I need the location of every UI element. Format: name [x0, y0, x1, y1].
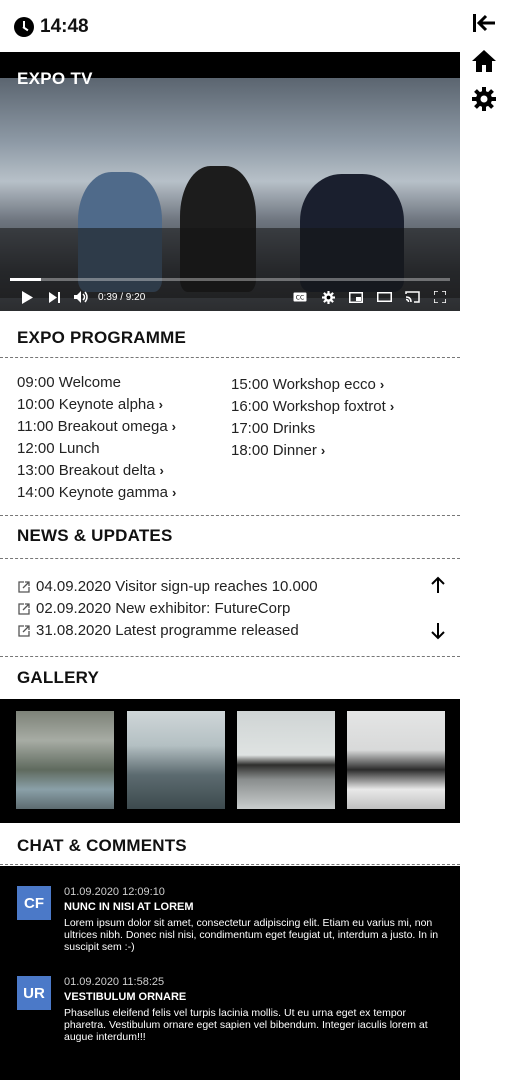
programme-title: EXPO PROGRAMME: [17, 328, 187, 347]
clock-icon: [14, 17, 34, 37]
video-time: 0:39 / 9:20: [98, 291, 146, 303]
programme-item-label: 13:00 Breakout delta: [17, 462, 156, 479]
chevron-right-icon[interactable]: ›: [172, 482, 176, 504]
avatar: UR: [17, 976, 51, 1010]
cast-icon[interactable]: [398, 283, 426, 311]
programme-item-label: 16:00 Workshop foxtrot: [231, 398, 386, 415]
arrow-up-icon[interactable]: [428, 575, 448, 595]
programme-item[interactable]: 15:00 Workshop ecco ›: [231, 374, 394, 396]
gallery-title: GALLERY: [17, 668, 99, 687]
message-heading: NUNC IN NISI AT LOREM: [64, 901, 194, 913]
miniplayer-icon[interactable]: [342, 283, 370, 311]
chevron-right-icon[interactable]: ›: [159, 394, 163, 416]
captions-icon[interactable]: CC: [286, 283, 314, 311]
message-text: Lorem ipsum dolor sit amet, consectetur …: [64, 917, 439, 953]
divider: [0, 558, 460, 559]
external-link-icon: [18, 581, 30, 593]
programme-item[interactable]: 13:00 Breakout delta ›: [17, 460, 176, 482]
divider: [0, 357, 460, 358]
programme-column-2: 15:00 Workshop ecco › 16:00 Workshop foxtr…: [231, 374, 394, 462]
news-item-label: 31.08.2020 Latest programme released: [36, 622, 299, 639]
svg-text:CC: CC: [296, 295, 304, 302]
programme-item[interactable]: 14:00 Keynote gamma ›: [17, 482, 176, 504]
programme-item-label: 14:00 Keynote gamma: [17, 484, 168, 501]
settings-icon[interactable]: [314, 283, 342, 311]
video-player[interactable]: EXPO TV 0:39 / 9:20 CC: [0, 52, 460, 311]
news-title: NEWS & UPDATES: [17, 526, 173, 545]
message-timestamp: 01.09.2020 11:58:25: [64, 976, 165, 988]
programme-item-label: 11:00 Breakout omega: [17, 418, 168, 435]
video-controls: 0:39 / 9:20 CC: [0, 283, 460, 311]
programme-item-label: 10:00 Keynote alpha: [17, 396, 155, 413]
news-item[interactable]: 02.09.2020 New exhibitor: FutureCorp: [18, 598, 438, 620]
programme-item: 12:00 Lunch: [17, 438, 176, 460]
programme-item-label: 18:00 Dinner: [231, 442, 317, 459]
collapse-left-icon[interactable]: [470, 10, 498, 36]
chevron-right-icon[interactable]: ›: [159, 460, 163, 482]
volume-icon[interactable]: [68, 283, 94, 311]
external-link-icon: [18, 603, 30, 615]
message-heading: VESTIBULUM ORNARE: [64, 991, 187, 1003]
gallery-image[interactable]: [16, 711, 114, 809]
theater-mode-icon[interactable]: [370, 283, 398, 311]
news-item[interactable]: 04.09.2020 Visitor sign-up reaches 10.00…: [18, 576, 438, 598]
fullscreen-icon[interactable]: [426, 283, 454, 311]
programme-item-label: 17:00 Drinks: [231, 420, 316, 437]
programme-item: 09:00 Welcome: [17, 372, 176, 394]
divider: [0, 864, 460, 865]
chat-panel: CF 01.09.2020 12:09:10 NUNC IN NISI AT L…: [0, 866, 460, 1080]
programme-item: 17:00 Drinks: [231, 418, 394, 440]
next-icon[interactable]: [42, 283, 68, 311]
avatar: CF: [17, 886, 51, 920]
status-bar: 14:48: [14, 14, 89, 40]
external-link-icon: [18, 625, 30, 637]
news-item-label: 02.09.2020 New exhibitor: FutureCorp: [36, 600, 291, 617]
gallery-image[interactable]: [237, 711, 335, 809]
gallery-image[interactable]: [347, 711, 445, 809]
programme-item[interactable]: 18:00 Dinner ›: [231, 440, 394, 462]
divider: [0, 656, 460, 657]
news-list: 04.09.2020 Visitor sign-up reaches 10.00…: [18, 576, 438, 642]
message-text: Phasellus eleifend felis vel turpis laci…: [64, 1007, 428, 1043]
video-title: EXPO TV: [17, 69, 93, 88]
programme-item-label: 12:00 Lunch: [17, 440, 100, 457]
programme-item[interactable]: 11:00 Breakout omega ›: [17, 416, 176, 438]
play-icon[interactable]: [12, 283, 42, 311]
gallery-strip: [0, 699, 460, 823]
programme-item[interactable]: 16:00 Workshop foxtrot ›: [231, 396, 394, 418]
message-timestamp: 01.09.2020 12:09:10: [64, 886, 165, 898]
chevron-right-icon[interactable]: ›: [390, 396, 394, 418]
programme-item[interactable]: 10:00 Keynote alpha ›: [17, 394, 176, 416]
video-frame: [0, 78, 460, 311]
status-time: 14:48: [40, 16, 89, 37]
chevron-right-icon[interactable]: ›: [380, 374, 384, 396]
video-progress-bar[interactable]: [10, 278, 450, 281]
gallery-image[interactable]: [127, 711, 225, 809]
chat-title: CHAT & COMMENTS: [17, 836, 187, 855]
programme-item-label: 15:00 Workshop ecco: [231, 376, 376, 393]
gear-icon[interactable]: [470, 86, 498, 112]
arrow-down-icon[interactable]: [428, 621, 448, 641]
chevron-right-icon[interactable]: ›: [172, 416, 176, 438]
home-icon[interactable]: [470, 48, 498, 74]
programme-item-label: 09:00 Welcome: [17, 374, 121, 391]
chat-message: UR 01.09.2020 11:58:25 VESTIBULUM ORNARE…: [17, 976, 447, 1056]
chat-message: CF 01.09.2020 12:09:10 NUNC IN NISI AT L…: [17, 886, 447, 966]
chevron-right-icon[interactable]: ›: [321, 440, 325, 462]
divider: [0, 515, 460, 516]
news-item[interactable]: 31.08.2020 Latest programme released: [18, 620, 438, 642]
programme-column-1: 09:00 Welcome 10:00 Keynote alpha › 11:00 B…: [17, 372, 176, 504]
news-item-label: 04.09.2020 Visitor sign-up reaches 10.00…: [36, 578, 318, 595]
right-rail: [470, 10, 498, 112]
